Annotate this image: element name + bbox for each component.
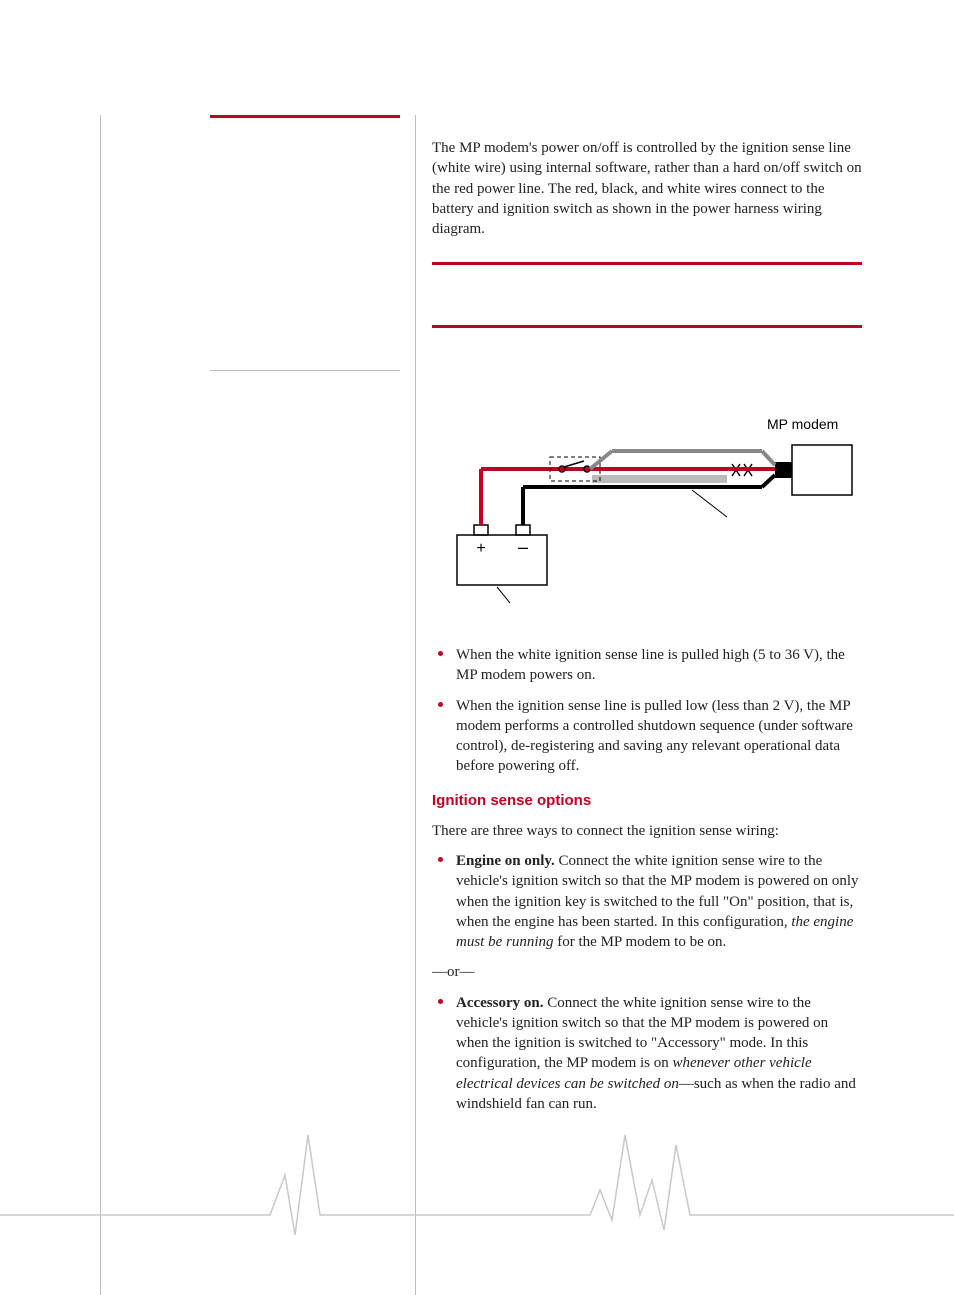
sense-bullet-2: When the ignition sense line is pulled l…: [432, 696, 862, 777]
option-engine-label: Engine on only.: [456, 853, 555, 869]
option-engine-text-2: for the MP modem to be on.: [554, 934, 727, 950]
option-accessory-on: Accessory on. Connect the white ignition…: [432, 993, 862, 1115]
sense-bullet-2-text: When the ignition sense line is pulled l…: [456, 698, 853, 775]
red-rule-above-diagram: [432, 325, 862, 328]
option-accessory-label: Accessory on.: [456, 995, 543, 1011]
svg-text:+: +: [476, 540, 485, 557]
wiring-diagram: + – MP modem: [432, 385, 862, 615]
intro-paragraph-block: The MP modem's power on/off is controlle…: [432, 138, 862, 249]
diagram-label-mp-modem: MP modem: [767, 415, 838, 434]
red-rule-under-intro: [432, 262, 862, 265]
left-red-rule-top: [210, 115, 400, 118]
left-vertical-rule-2: [415, 115, 416, 1295]
intro-three-ways: There are three ways to connect the igni…: [432, 821, 862, 841]
sense-bullet-1-text: When the white ignition sense line is pu…: [456, 647, 845, 683]
option-engine-on-only: Engine on only. Connect the white igniti…: [432, 851, 862, 952]
sense-bullets-block: When the white ignition sense line is pu…: [432, 645, 862, 1124]
bullet-icon: [438, 651, 443, 656]
bullet-icon: [438, 702, 443, 707]
footer-ekg-line: [0, 1120, 954, 1240]
intro-paragraph: The MP modem's power on/off is controlle…: [432, 138, 862, 239]
left-red-rule-mid: [210, 370, 400, 371]
svg-text:–: –: [518, 537, 528, 557]
heading-ignition-sense-options: Ignition sense options: [432, 791, 862, 811]
left-vertical-rule-1: [100, 115, 101, 1295]
sense-bullet-1: When the white ignition sense line is pu…: [432, 645, 862, 686]
bullet-icon: [438, 999, 443, 1004]
or-separator: —or—: [432, 962, 862, 982]
bullet-icon: [438, 857, 443, 862]
